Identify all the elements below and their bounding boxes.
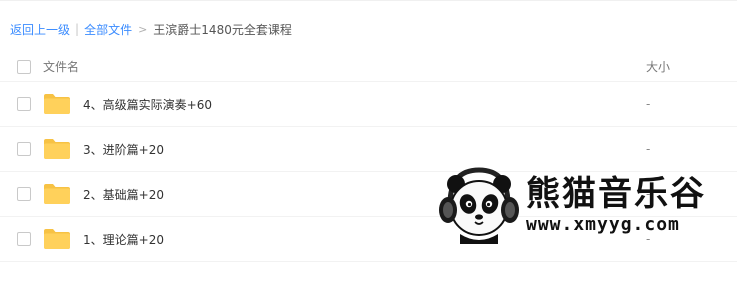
folder-icon <box>44 94 70 114</box>
watermark-text: 熊猫音乐谷 www.xmyyg.com <box>526 174 706 236</box>
file-name[interactable]: 2、基础篇+20 <box>83 186 164 203</box>
top-divider <box>0 0 737 1</box>
watermark-logo: 熊猫音乐谷 www.xmyyg.com <box>436 164 736 246</box>
file-browser: 返回上一级 | 全部文件 > 王滨爵士1480元全套课程 文件名 大小 4、高级… <box>0 0 737 282</box>
column-header-name[interactable]: 文件名 <box>43 58 79 75</box>
all-files-link[interactable]: 全部文件 <box>84 21 132 38</box>
row-checkbox[interactable] <box>17 142 31 156</box>
folder-icon <box>44 139 70 159</box>
file-name[interactable]: 1、理论篇+20 <box>83 231 164 248</box>
row-checkbox[interactable] <box>17 97 31 111</box>
file-size: - <box>646 97 651 111</box>
breadcrumb-separator: | <box>75 22 80 36</box>
file-name[interactable]: 4、高级篇实际演奏+60 <box>83 96 212 113</box>
row-checkbox[interactable] <box>17 232 31 246</box>
file-name[interactable]: 3、进阶篇+20 <box>83 141 164 158</box>
table-header: 文件名 大小 <box>0 52 737 82</box>
row-checkbox[interactable] <box>17 187 31 201</box>
file-size: - <box>646 142 651 156</box>
back-link[interactable]: 返回上一级 <box>10 21 70 38</box>
watermark-url: www.xmyyg.com <box>526 214 680 235</box>
breadcrumb-arrow: > <box>138 22 148 36</box>
folder-icon <box>44 229 70 249</box>
current-folder-title: 王滨爵士1480元全套课程 <box>153 22 292 37</box>
select-all-checkbox[interactable] <box>17 59 31 74</box>
folder-icon <box>44 184 70 204</box>
panda-icon <box>439 167 519 244</box>
watermark-title: 熊猫音乐谷 <box>526 174 706 214</box>
table-row[interactable]: 4、高级篇实际演奏+60 - <box>0 82 737 127</box>
column-header-size[interactable]: 大小 <box>646 58 670 75</box>
breadcrumb: 返回上一级 | 全部文件 > 王滨爵士1480元全套课程 <box>10 20 292 38</box>
